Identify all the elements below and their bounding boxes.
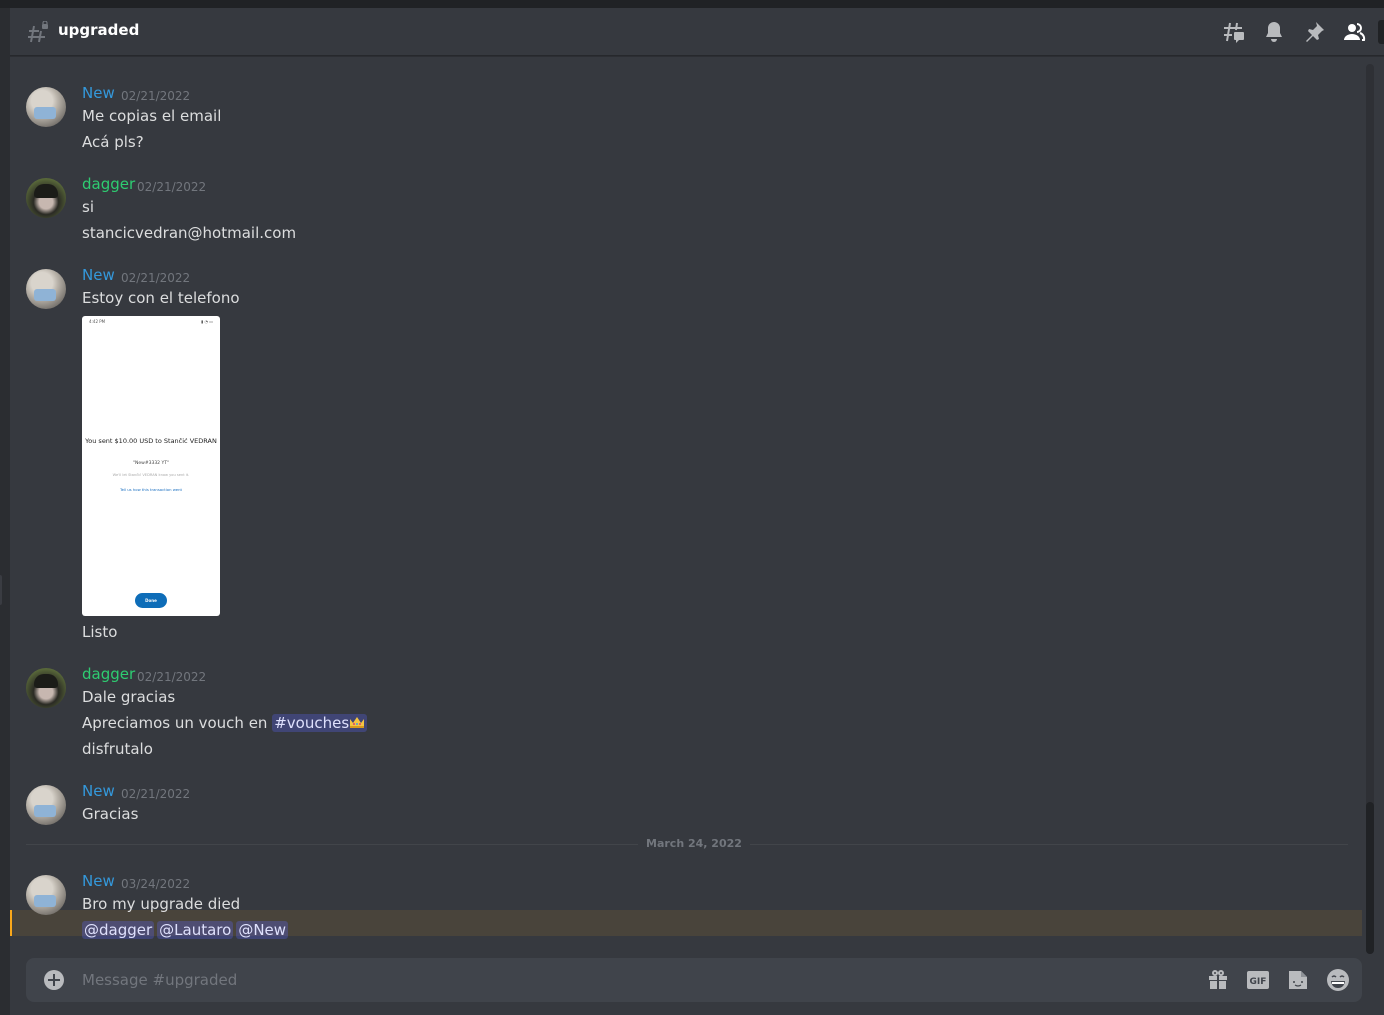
chat-area: upgraded New 02/21/2022 Me copias el ema… [10, 8, 1384, 1015]
message-author[interactable]: New [82, 84, 115, 102]
locked-hashtag-icon [26, 20, 50, 45]
member-list-icon[interactable] [1342, 20, 1366, 44]
channel-mention-vouches[interactable]: #vouches [272, 714, 368, 732]
scrollbar-thumb[interactable] [1366, 802, 1374, 954]
sidebar-resize-handle[interactable] [0, 575, 2, 605]
avatar[interactable] [26, 785, 66, 825]
channel-mention-label: #vouches [274, 714, 350, 732]
add-attachment-icon[interactable] [42, 968, 66, 992]
pinned-messages-icon[interactable] [1302, 20, 1326, 44]
channel-title: upgraded [58, 21, 140, 39]
image-attachment[interactable]: 4:42 PM ▮ ◔ ▭ You sent $10.00 USD to Sta… [82, 316, 220, 616]
attachment-done-button: Done [135, 593, 167, 608]
message-list: New 02/21/2022 Me copias el email Acá pl… [10, 57, 1362, 957]
attachment-payment-note: "New#3332 YT" [132, 461, 170, 466]
notification-bell-icon[interactable] [1262, 20, 1286, 44]
message-text: Me copias el email [82, 107, 222, 125]
crown-icon [350, 717, 365, 728]
user-mention[interactable]: @Lautaro [157, 921, 234, 939]
message-timestamp: 02/21/2022 [121, 89, 191, 103]
message-timestamp: 02/21/2022 [137, 670, 207, 684]
gif-label: GIF [1250, 977, 1267, 987]
message-text: Listo [82, 623, 118, 641]
message-timestamp: 02/21/2022 [121, 271, 191, 285]
message-timestamp: 02/21/2022 [137, 180, 207, 194]
threads-icon[interactable] [1222, 20, 1246, 44]
emoji-icon[interactable] [1326, 968, 1350, 992]
message-composer: GIF [26, 958, 1362, 1002]
channel-header: upgraded [10, 8, 1384, 56]
message-input[interactable] [82, 958, 1202, 1002]
header-edge [1378, 20, 1384, 44]
avatar[interactable] [26, 668, 66, 708]
sticker-icon[interactable] [1286, 968, 1310, 992]
message-text: Dale gracias [82, 688, 176, 706]
message-text: stancicvedran@hotmail.com [82, 224, 297, 242]
message-text: si [82, 198, 94, 216]
message-author[interactable]: New [82, 782, 115, 800]
message-text: Bro my upgrade died [82, 895, 241, 913]
message-text: disfrutalo [82, 740, 153, 758]
mentions-line: @dagger @Lautaro @New [82, 921, 291, 939]
message-text: Apreciamos un vouch en #vouches [82, 714, 368, 732]
user-mention[interactable]: @New [236, 921, 289, 939]
avatar[interactable] [26, 875, 66, 915]
message-timestamp: 03/24/2022 [121, 877, 191, 891]
message-text: Acá pls? [82, 133, 144, 151]
attachment-payment-subtext: We'll let Stančić VEDRAN know you sent i… [112, 473, 190, 477]
gif-icon[interactable]: GIF [1246, 968, 1270, 992]
attachment-feedback-link: Tell us how this transaction went [119, 487, 183, 492]
attachment-status-icons: ▮ ◔ ▭ [200, 319, 213, 324]
message-author[interactable]: dagger [82, 665, 135, 683]
message-text-part: Apreciamos un vouch en [82, 714, 268, 732]
attachment-payment-title: You sent $10.00 USD to Stančić VEDRAN [85, 437, 217, 445]
message-author[interactable]: New [82, 266, 115, 284]
avatar[interactable] [26, 178, 66, 218]
message-timestamp: 02/21/2022 [121, 787, 191, 801]
avatar[interactable] [26, 87, 66, 127]
channel-sidebar-edge [0, 8, 10, 1015]
message-author[interactable]: dagger [82, 175, 135, 193]
date-divider-label: March 24, 2022 [638, 837, 750, 850]
attachment-status-time: 4:42 PM [89, 319, 106, 324]
message-author[interactable]: New [82, 872, 115, 890]
message-text: Estoy con el telefono [82, 289, 240, 307]
user-mention[interactable]: @dagger [82, 921, 155, 939]
avatar[interactable] [26, 269, 66, 309]
gift-icon[interactable] [1206, 968, 1230, 992]
message-text: Gracias [82, 805, 139, 823]
window-top-bar [0, 0, 1384, 8]
